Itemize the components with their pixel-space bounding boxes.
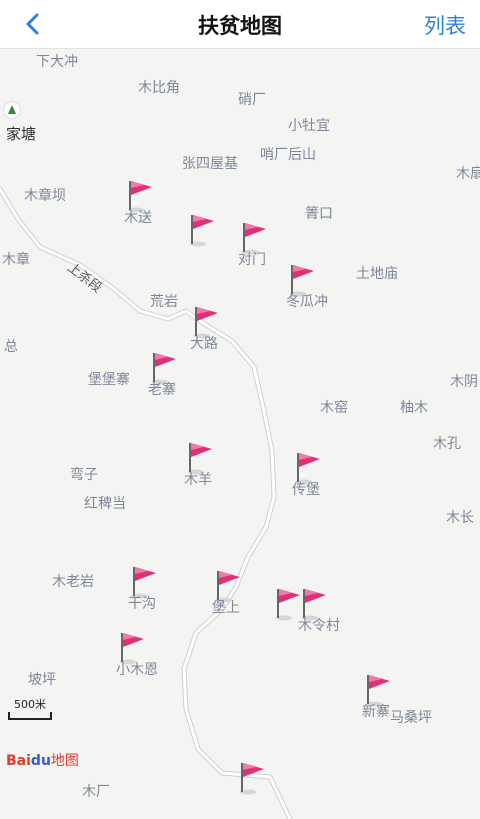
place-label: 堡堡寨: [88, 372, 130, 388]
place-label: 家塘: [6, 125, 37, 143]
flag-label: 堡上: [212, 600, 240, 616]
place-label: 哨厂后山: [260, 147, 316, 163]
list-button[interactable]: 列表: [424, 10, 466, 40]
flag-label: 干沟: [128, 596, 156, 612]
place-label: 木扇: [456, 166, 480, 182]
place-label: 荒岩: [150, 294, 178, 310]
place-label: 红稗当: [84, 496, 126, 512]
place-label: 木章坝: [24, 188, 66, 204]
place-label: 木比角: [138, 80, 180, 96]
place-label: 木章: [2, 252, 30, 268]
flag-label: 传堡: [292, 482, 320, 498]
flag-label: 冬瓜冲: [286, 294, 328, 310]
park-poi-icon[interactable]: [3, 101, 21, 119]
flag-label: 木羊: [184, 472, 212, 488]
flag-label: 小木恩: [116, 662, 158, 678]
scale-text: 500米: [14, 698, 46, 711]
chevron-left-icon: [26, 13, 39, 35]
back-button[interactable]: [16, 8, 48, 40]
road-layer: [0, 186, 293, 819]
place-label: 箐口: [305, 206, 333, 222]
place-label: 弯子: [70, 467, 98, 483]
place-label: 总: [4, 339, 18, 355]
map-view[interactable]: 上杀段 下大冲 木比角 硝厂 小牡宜 家塘 张四屋基 哨厂后山 木扇 木章坝 箐口 木章 土地庙 荒岩总…: [0, 49, 480, 819]
place-label: 小牡宜: [288, 118, 330, 134]
place-label: 硝厂: [238, 92, 266, 108]
place-label: 木厂: [82, 784, 110, 800]
scale-bar: 500米: [8, 696, 52, 720]
place-label: 木孔: [433, 436, 461, 452]
place-label: 木老岩: [52, 574, 94, 590]
place-label: 木长: [446, 510, 474, 526]
place-label: 马桑坪: [390, 710, 432, 726]
flag-label: 新寨: [362, 704, 390, 720]
page-title: 扶贫地图: [198, 14, 282, 38]
baidu-map-logo: Baidu地图: [6, 753, 79, 769]
poverty-flag-marker[interactable]: [188, 213, 218, 247]
flag-icon: [190, 215, 214, 247]
poverty-flag-marker[interactable]: [238, 761, 268, 795]
place-label: 木阴: [450, 374, 478, 390]
flag-label: 大路: [190, 336, 218, 352]
nav-bar: 扶贫地图 列表: [0, 0, 480, 49]
flag-label: 木令村: [298, 618, 340, 634]
place-label: 土地庙: [356, 266, 398, 282]
place-label: 张四屋基: [182, 156, 238, 172]
place-label: 坡坪: [28, 672, 56, 688]
place-label: 柚木: [400, 400, 428, 416]
place-label: 下大冲: [36, 54, 78, 70]
flag-label: 老寨: [148, 382, 176, 398]
flag-icon: [240, 763, 264, 795]
flag-label: 木送: [124, 210, 152, 226]
scale-ruler: [8, 712, 52, 720]
place-label: 木窑: [320, 400, 348, 416]
flag-label: 对门: [238, 252, 266, 268]
